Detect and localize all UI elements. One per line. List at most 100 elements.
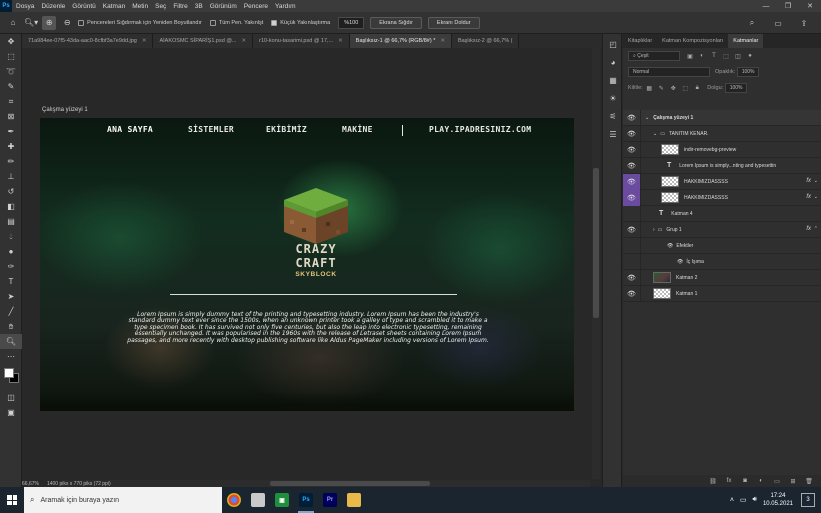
color-swatches[interactable] <box>0 364 21 390</box>
close-tab-icon[interactable]: ✕ <box>440 38 445 44</box>
visibility-eye-icon[interactable] <box>623 205 641 222</box>
chevron-down-icon[interactable]: ⌄ <box>645 115 649 121</box>
taskbar-premiere[interactable]: Pr <box>318 487 342 513</box>
blend-mode-select[interactable]: Normal <box>628 67 710 77</box>
tab-document-5[interactable]: Başlıksız-2 @ 66,7% ( <box>451 34 520 48</box>
taskbar-file-explorer[interactable] <box>246 487 270 513</box>
taskbar-chrome[interactable] <box>222 487 246 513</box>
close-tab-icon[interactable]: ✕ <box>242 38 247 44</box>
lock-move-icon[interactable]: ✥ <box>668 83 678 93</box>
layer-row[interactable]: 👁︎ T Lorem Ipsum is simply...nting and t… <box>623 157 821 174</box>
marquee-tool-icon[interactable]: ⬚ <box>0 49 22 64</box>
new-layer-icon[interactable]: ⊞ <box>787 476 799 486</box>
visibility-eye-icon[interactable]: 👁︎ <box>623 221 641 238</box>
layer-row[interactable]: 👁︎ ⌄ Çalışma yüzeyi 1 <box>623 109 821 126</box>
resize-windows-option[interactable]: Pencereleri Sığdırmak için Yeniden Boyut… <box>78 19 202 26</box>
fit-screen-button[interactable]: Ekrana Sığdır <box>370 16 422 29</box>
lock-artboard-icon[interactable]: ⬚ <box>680 83 690 93</box>
visibility-eye-icon[interactable]: 👁︎ <box>623 269 641 286</box>
volume-icon[interactable]: 🔊︎ <box>753 496 757 504</box>
filter-smart-icon[interactable]: ◫ <box>733 51 743 61</box>
close-tab-icon[interactable]: ✕ <box>142 38 147 44</box>
properties-panel-icon[interactable]: ☰ <box>603 126 623 142</box>
zoom-value-field[interactable]: %100 <box>338 16 365 29</box>
artboard-label[interactable]: Çalışma yüzeyi 1 <box>42 107 88 113</box>
lasso-tool-icon[interactable]: ➰ <box>0 64 22 79</box>
frame-tool-icon[interactable]: ⊠ <box>0 109 22 124</box>
document-canvas[interactable]: ANA SAYFA SİSTEMLER EKİBİMİZ MAKİNE PLAY… <box>40 118 574 411</box>
close-icon[interactable]: ✕ <box>799 0 821 12</box>
tab-layer-comps[interactable]: Katman Kompozisyonları <box>657 34 728 48</box>
vertical-scroll-thumb[interactable] <box>593 168 599 318</box>
horizontal-scroll-thumb[interactable] <box>270 481 430 486</box>
tab-layers[interactable]: Katmanlar <box>728 34 764 48</box>
stamp-tool-icon[interactable]: ⊥ <box>0 169 22 184</box>
effect-eye-icon[interactable]: 👁︎ <box>677 259 683 265</box>
menu-view[interactable]: Görünüm <box>210 3 237 10</box>
dodge-tool-icon[interactable]: ● <box>0 244 22 259</box>
link-layers-icon[interactable]: ⛓ <box>707 476 719 486</box>
pen-tool-icon[interactable]: ✑ <box>0 259 22 274</box>
zoom-tool-icon[interactable]: 🔍︎ <box>0 334 22 349</box>
menu-help[interactable]: Yardım <box>275 3 295 10</box>
lock-brush-icon[interactable]: ✎ <box>656 83 666 93</box>
fx-icon[interactable]: fx <box>806 178 811 184</box>
quick-select-tool-icon[interactable]: ✎ <box>0 79 22 94</box>
zoom-all-checkbox[interactable] <box>209 19 216 26</box>
lock-transparent-icon[interactable]: ▦ <box>644 83 654 93</box>
healing-brush-tool-icon[interactable]: ✚ <box>0 139 22 154</box>
eyedropper-tool-icon[interactable]: ✒ <box>0 124 22 139</box>
menu-file[interactable]: Dosya <box>16 3 34 10</box>
screen-mode-icon[interactable]: ▣ <box>0 405 22 420</box>
fx-icon[interactable]: fx <box>806 226 811 232</box>
filter-pixel-icon[interactable]: ▣ <box>685 51 695 61</box>
chevron-down-icon[interactable]: ⌄ <box>814 194 818 200</box>
search-icon[interactable]: ⌕ <box>745 16 759 30</box>
foreground-color-swatch[interactable] <box>4 368 14 378</box>
swatches-panel-icon[interactable]: ▦ <box>603 72 623 88</box>
tab-libraries[interactable]: Kitaplıklar <box>623 34 657 48</box>
taskbar-photoshop[interactable]: Ps <box>294 487 318 513</box>
menu-image[interactable]: Görüntü <box>72 3 96 10</box>
path-select-tool-icon[interactable]: ➤ <box>0 289 22 304</box>
tab-document-active[interactable]: Başlıksız-1 @ 66,7% (RGB/8#) * ✕ <box>349 34 452 48</box>
layer-filter-select[interactable]: ⌕ Çeşit <box>628 51 680 61</box>
zoom-out-icon[interactable]: ⊖ <box>60 16 74 30</box>
visibility-eye-icon[interactable]: 👁︎ <box>623 285 641 302</box>
menu-layer[interactable]: Katman <box>103 3 125 10</box>
vertical-scrollbar[interactable] <box>592 48 600 479</box>
filter-type-icon[interactable]: T <box>709 51 719 61</box>
notification-icon[interactable]: 3 <box>801 493 815 507</box>
adjustment-layer-icon[interactable]: ◐ <box>755 476 767 486</box>
hand-tool-icon[interactable]: ✋︎ <box>0 319 22 334</box>
close-tab-icon[interactable]: ✕ <box>338 38 343 44</box>
visibility-eye-icon[interactable]: 👁︎ <box>623 141 641 158</box>
menu-edit[interactable]: Düzenle <box>41 3 65 10</box>
menu-select[interactable]: Seç <box>155 3 166 10</box>
adjustments-panel-icon[interactable]: ⚟ <box>603 108 623 124</box>
chevron-right-icon[interactable]: › <box>653 227 655 233</box>
layer-row[interactable]: 👁︎ HAKKIMIZDASSSS fx ⌄ <box>623 189 821 206</box>
crop-tool-icon[interactable]: ⌗ <box>0 94 22 109</box>
layer-row[interactable]: 👁︎ Efektler <box>623 237 821 254</box>
more-tools-icon[interactable]: ⋯ <box>0 349 22 364</box>
scrubby-zoom-checkbox[interactable] <box>271 19 278 26</box>
filter-toggle-icon[interactable]: ● <box>745 51 755 61</box>
zoom-all-option[interactable]: Tüm Pen. Yakınlşt <box>209 19 263 26</box>
chevron-down-icon[interactable]: ⌄ <box>814 178 818 184</box>
color-panel-icon[interactable]: ◕ <box>603 54 623 70</box>
blur-tool-icon[interactable]: 💧︎ <box>0 229 22 244</box>
scrubby-zoom-option[interactable]: Küçük Yakınlaştırma <box>271 19 330 26</box>
chevron-up-icon[interactable]: ˄ <box>730 497 734 504</box>
gradient-tool-icon[interactable]: ▤ <box>0 214 22 229</box>
layer-row[interactable]: 👁︎ ⌄ ▭ TANITIM KENAR. <box>623 125 821 142</box>
fill-screen-button[interactable]: Ekranı Doldur <box>427 16 480 29</box>
effects-eye-icon[interactable]: 👁︎ <box>667 243 673 249</box>
visibility-eye-icon[interactable]: 👁︎ <box>623 157 641 174</box>
visibility-eye-icon[interactable]: 👁︎ <box>623 109 641 126</box>
fx-icon[interactable]: fx <box>723 476 735 486</box>
history-brush-tool-icon[interactable]: ↺ <box>0 184 22 199</box>
chevron-up-icon[interactable]: ⌃ <box>814 226 818 232</box>
minimize-icon[interactable]: — <box>755 0 777 12</box>
zoom-in-icon[interactable]: ⊕ <box>42 15 57 30</box>
